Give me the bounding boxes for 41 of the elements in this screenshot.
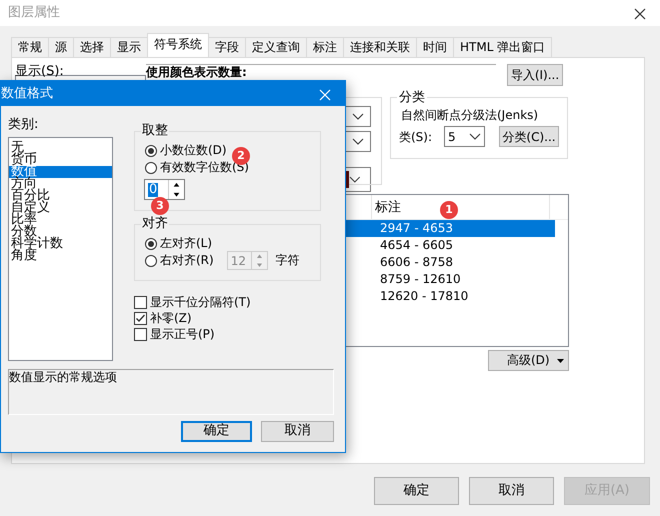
table-row[interactable]: 6606 - 8758 xyxy=(347,254,555,271)
table-row[interactable]: 8759 - 12610 xyxy=(347,271,555,288)
checkbox-label: 补零(Z) xyxy=(150,310,192,326)
table-row[interactable]: 12620 - 17810 xyxy=(347,288,555,305)
tab[interactable]: 符号系统 xyxy=(147,33,209,57)
unit-label: 字符 xyxy=(276,253,300,268)
checkbox-label: 显示千位分隔符(T) xyxy=(150,294,251,310)
table-row[interactable]: 4654 - 6605 xyxy=(347,237,555,254)
category-item[interactable]: 科学计数 xyxy=(9,238,112,250)
classes-dropdown[interactable]: 5 xyxy=(444,126,485,148)
group-title: 对齐 xyxy=(141,216,169,232)
tab[interactable]: HTML 弹出窗口 xyxy=(453,37,552,57)
checkbox-label: 显示正号(P) xyxy=(150,326,215,342)
decimal-places-field[interactable]: 0 xyxy=(144,179,185,200)
footer-button[interactable]: 取消 xyxy=(469,477,554,505)
import-button[interactable]: 导入(I)... xyxy=(507,64,563,86)
category-label: 类别: xyxy=(8,117,40,133)
window-title: 图层属性 xyxy=(8,5,60,21)
dialog-button[interactable]: 确定 xyxy=(181,420,252,442)
category-item[interactable]: 百分比 xyxy=(9,190,112,202)
dialog-button[interactable]: 取消 xyxy=(261,420,334,442)
tab[interactable]: 常规 xyxy=(11,37,49,57)
option-label: 左对齐(L) xyxy=(160,236,212,251)
category-item[interactable]: 角度 xyxy=(9,250,112,262)
column-header: 标注 xyxy=(374,199,401,217)
category-item[interactable]: 货币 xyxy=(9,154,112,166)
footer-button[interactable]: 确定 xyxy=(374,477,459,505)
dialog-title: 数值格式 xyxy=(1,86,53,102)
classify-button[interactable]: 分类(C)... xyxy=(499,126,559,148)
section-heading: 使用颜色表示数量: xyxy=(146,64,496,78)
classification-method: 自然间断点分级法(Jenks) xyxy=(400,108,540,122)
category-item[interactable]: 自定义 xyxy=(9,202,112,214)
display-label: 显示(S): xyxy=(15,64,65,80)
description-box: 数值显示的常规选项 xyxy=(8,368,334,415)
option-label: 右对齐(R) xyxy=(160,253,214,268)
advanced-button[interactable]: 高级(D) xyxy=(488,350,569,371)
category-item[interactable]: 比率 xyxy=(9,214,112,226)
group-title: 分类 xyxy=(397,90,427,106)
group-title: 取整 xyxy=(141,123,169,139)
classes-label: 类(S): xyxy=(399,130,434,144)
option-label: 小数位数(D) xyxy=(160,143,227,158)
